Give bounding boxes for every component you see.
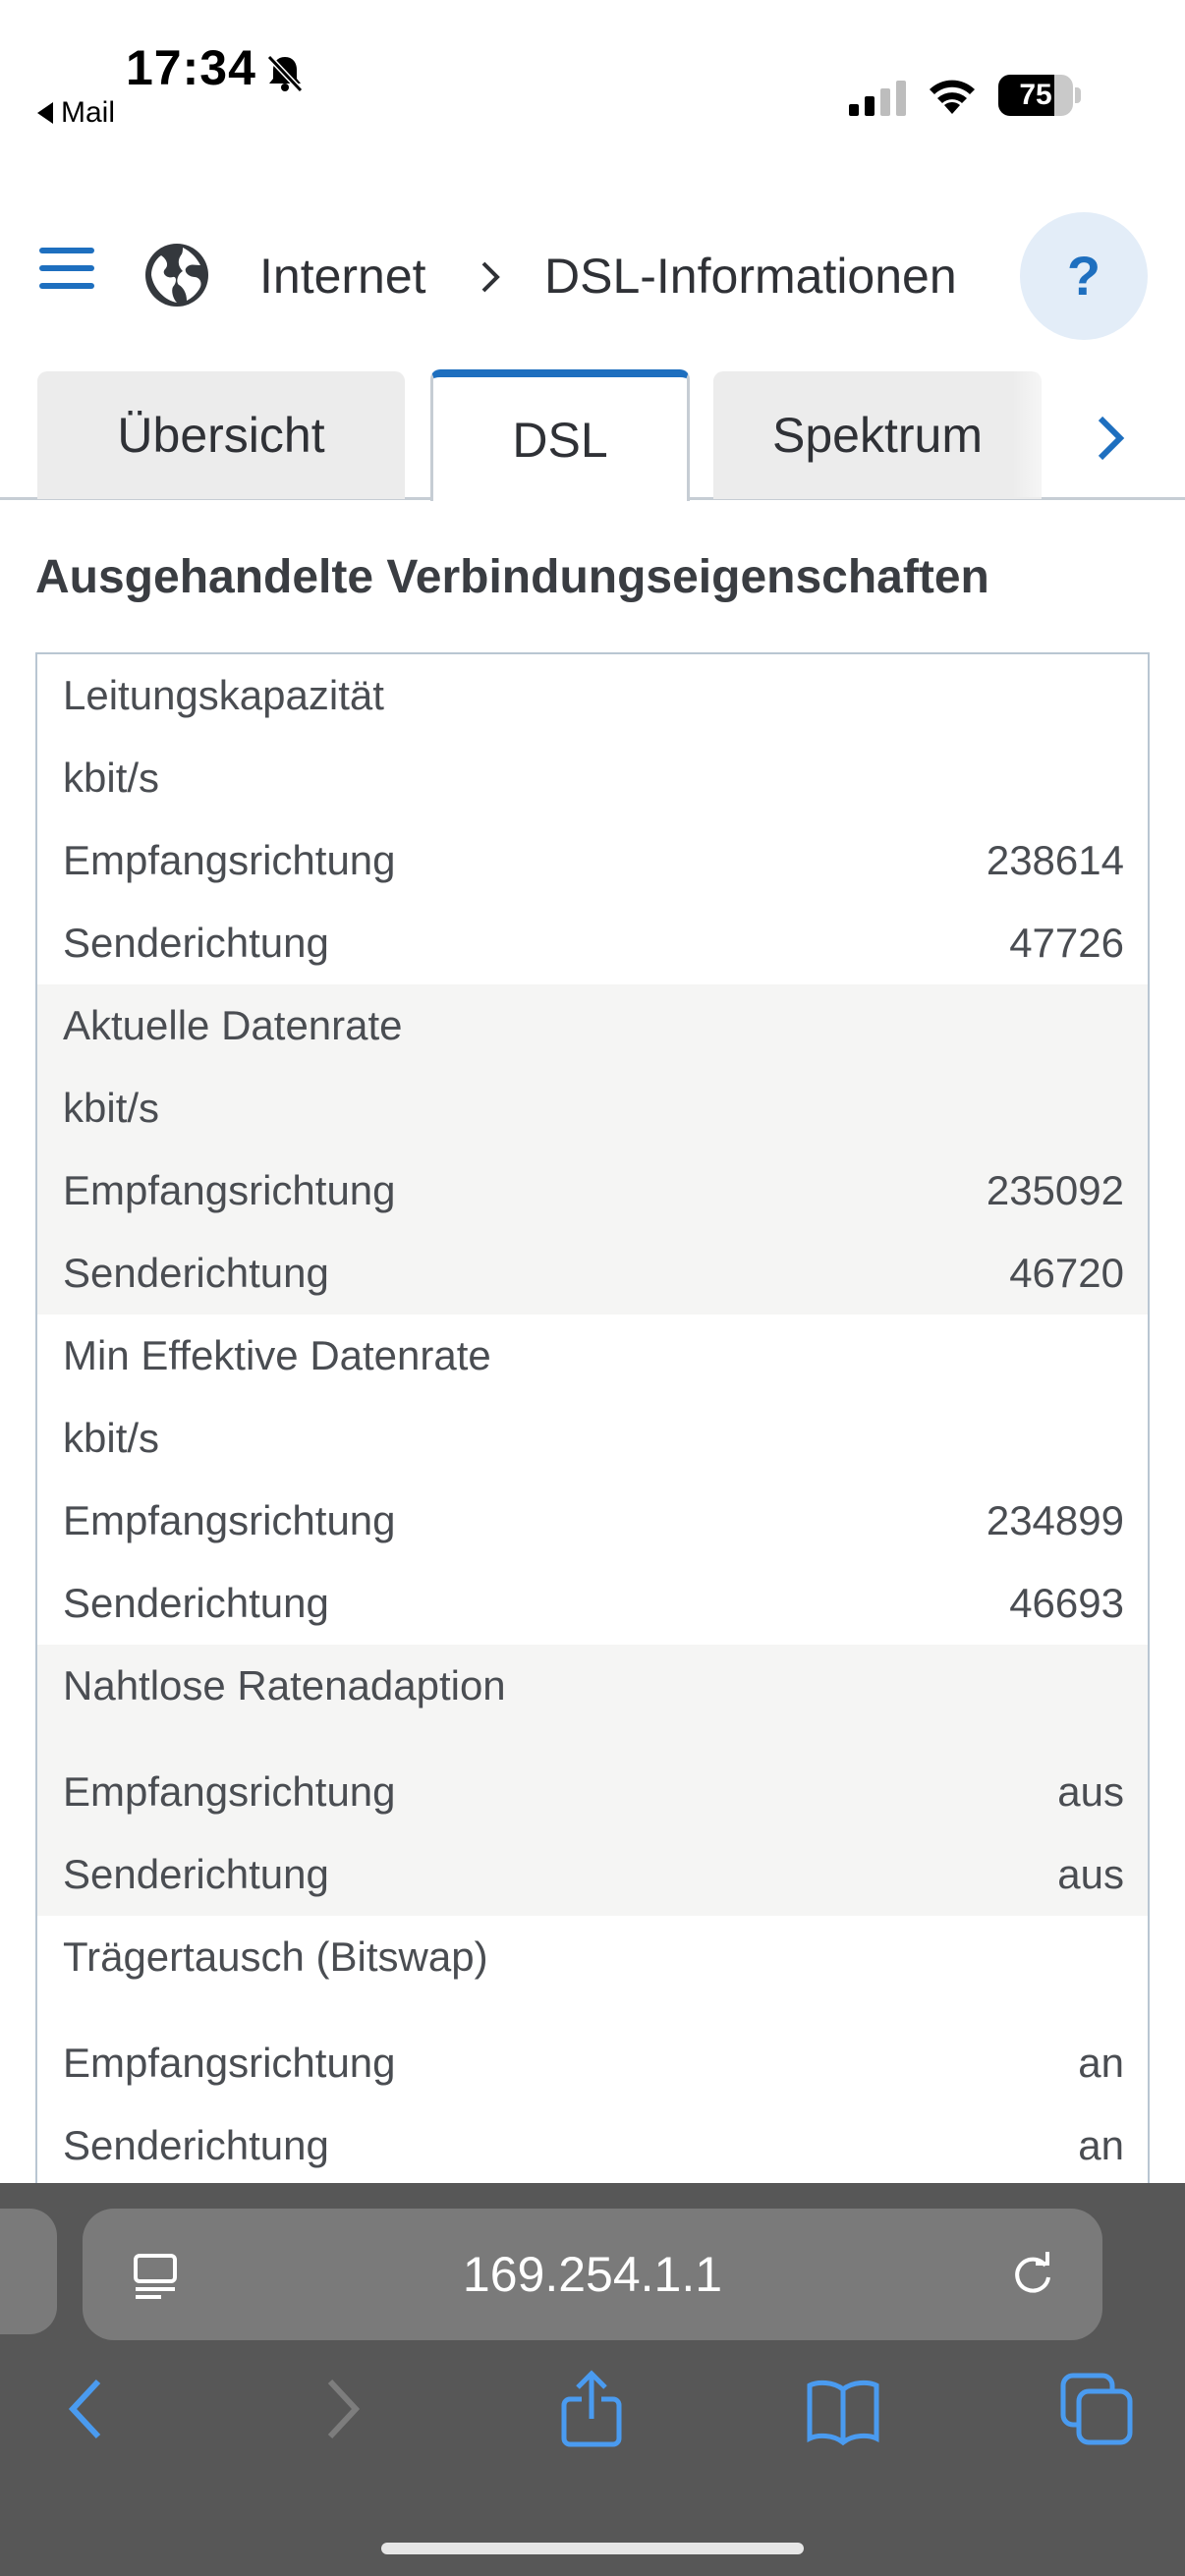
menu-icon[interactable] (39, 246, 98, 291)
property-group: Leitungskapazität kbit/s Empfangsrichtun… (37, 654, 1148, 984)
address-bar[interactable]: 169.254.1.1 (83, 2209, 1102, 2340)
section-title: Ausgehandelte Verbindungseigenschaften (35, 551, 989, 603)
row-value: 46720 (1009, 1250, 1124, 1296)
row-label: Empfangsrichtung (63, 1167, 396, 1213)
row-label: Senderichtung (63, 1580, 329, 1626)
table-row: Senderichtung 46693 (37, 1562, 1148, 1645)
connection-properties-table: Leitungskapazität kbit/s Empfangsrichtun… (35, 652, 1150, 2185)
tab-uebersicht[interactable]: Übersicht (37, 371, 405, 499)
home-indicator (381, 2543, 804, 2554)
group-title: Min Effektive Datenrate (63, 1332, 491, 1378)
bookmarks-icon[interactable] (804, 2370, 882, 2448)
row-value: an (1078, 2122, 1124, 2168)
back-to-mail[interactable]: Mail (37, 96, 115, 130)
row-label: Senderichtung (63, 920, 329, 966)
table-row: Senderichtung aus (37, 1833, 1148, 1916)
wifi-icon (930, 80, 975, 114)
tab-spektrum[interactable]: Spektrum (713, 371, 1042, 499)
group-title-row: Trägertausch (Bitswap) (37, 1916, 1148, 2022)
group-title-row: Aktuelle Datenrate (37, 984, 1148, 1067)
property-group: Nahtlose Ratenadaption Empfangsrichtung a… (37, 1645, 1148, 1916)
tabs-icon[interactable] (1057, 2370, 1136, 2448)
group-unit: kbit/s (63, 755, 160, 801)
status-bar: 17:34 Mail 75 (0, 0, 1185, 147)
forward-icon[interactable] (303, 2370, 381, 2448)
tabs-next-chevron-icon[interactable] (1081, 409, 1140, 468)
previous-tab-stub[interactable] (0, 2209, 57, 2334)
group-unit-row: kbit/s (37, 1067, 1148, 1149)
row-value: 47726 (1009, 920, 1124, 966)
table-row: Empfangsrichtung 238614 (37, 819, 1148, 902)
share-icon[interactable] (552, 2370, 631, 2448)
row-value: an (1078, 2040, 1124, 2086)
table-row: Senderichtung 46720 (37, 1232, 1148, 1315)
browser-toolbar: 169.254.1.1 (0, 2183, 1185, 2576)
table-row: Empfangsrichtung aus (37, 1751, 1148, 1833)
row-value: aus (1057, 1851, 1124, 1897)
chevron-right-icon (481, 261, 500, 293)
cellular-signal-icon (849, 81, 906, 116)
property-group: Trägertausch (Bitswap) Empfangsrichtung a… (37, 1916, 1148, 2185)
table-row: Empfangsrichtung an (37, 2022, 1148, 2104)
battery-icon: 75 (998, 75, 1081, 116)
group-title: Nahtlose Ratenadaption (63, 1662, 506, 1708)
tab-fade (1012, 369, 1071, 497)
group-title-row: Nahtlose Ratenadaption (37, 1645, 1148, 1751)
row-label: Empfangsrichtung (63, 2040, 396, 2086)
battery-percent: 75 (1019, 79, 1052, 111)
group-unit: kbit/s (63, 1085, 160, 1131)
breadcrumb-current: DSL-Informationen (544, 249, 957, 304)
group-title-row: Leitungskapazität (37, 654, 1148, 737)
group-title: Leitungskapazität (63, 672, 384, 718)
row-label: Empfangsrichtung (63, 837, 396, 883)
table-row: Senderichtung an (37, 2104, 1148, 2185)
help-button[interactable]: ? (1020, 212, 1148, 340)
row-label: Empfangsrichtung (63, 1497, 396, 1543)
table-row: Empfangsrichtung 234899 (37, 1480, 1148, 1562)
group-unit: kbit/s (63, 1415, 160, 1461)
globe-icon (145, 244, 208, 307)
group-title: Aktuelle Datenrate (63, 1002, 403, 1048)
reload-icon[interactable] (1008, 2250, 1057, 2299)
row-value: 238614 (986, 837, 1124, 883)
row-label: Empfangsrichtung (63, 1768, 396, 1815)
property-group: Min Effektive Datenrate kbit/s Empfangsr… (37, 1315, 1148, 1645)
back-icon[interactable] (47, 2370, 126, 2448)
group-title: Trägertausch (Bitswap) (63, 1933, 488, 1980)
status-time: 17:34 (126, 40, 256, 95)
group-title-row: Min Effektive Datenrate (37, 1315, 1148, 1397)
row-label: Senderichtung (63, 2122, 329, 2168)
page-header: Internet DSL-Informationen ? (0, 196, 1185, 364)
group-unit-row: kbit/s (37, 737, 1148, 819)
tab-dsl[interactable]: DSL (430, 369, 690, 501)
table-row: Senderichtung 47726 (37, 902, 1148, 984)
row-label: Senderichtung (63, 1851, 329, 1897)
back-mail-label: Mail (61, 96, 116, 129)
property-group: Aktuelle Datenrate kbit/s Empfangsrichtu… (37, 984, 1148, 1315)
breadcrumb-internet[interactable]: Internet (259, 248, 426, 305)
tab-bar: Übersicht DSL Spektrum (0, 369, 1185, 501)
row-value: 46693 (1009, 1580, 1124, 1626)
row-value: aus (1057, 1768, 1124, 1815)
back-triangle-icon (37, 102, 53, 124)
row-value: 235092 (986, 1167, 1124, 1213)
bell-slash-icon (266, 54, 304, 93)
table-row: Empfangsrichtung 235092 (37, 1149, 1148, 1232)
row-label: Senderichtung (63, 1250, 329, 1296)
group-unit-row: kbit/s (37, 1397, 1148, 1480)
row-value: 234899 (986, 1497, 1124, 1543)
url-text[interactable]: 169.254.1.1 (83, 2209, 1102, 2340)
